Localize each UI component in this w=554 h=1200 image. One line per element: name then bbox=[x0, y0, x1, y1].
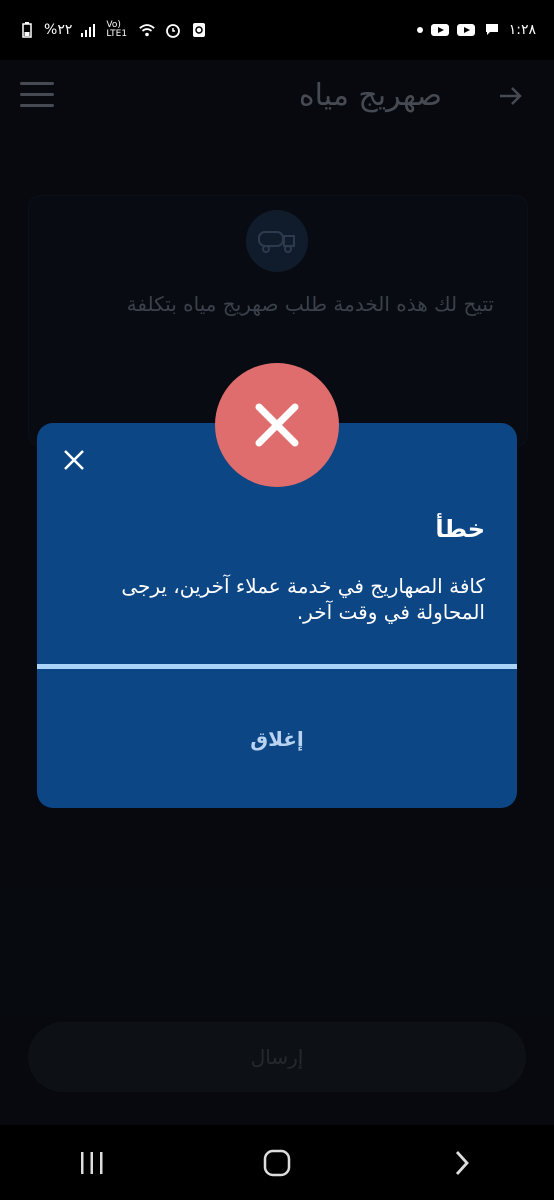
back-chevron-icon[interactable] bbox=[422, 1133, 502, 1193]
home-icon[interactable] bbox=[237, 1133, 317, 1193]
recent-apps-icon[interactable] bbox=[52, 1133, 132, 1193]
chat-icon bbox=[483, 23, 501, 37]
dialog-title: خطأ bbox=[435, 515, 485, 543]
error-x-icon bbox=[215, 363, 339, 487]
signal-icon bbox=[80, 23, 98, 37]
recycle-icon bbox=[190, 23, 208, 37]
youtube-icon bbox=[430, 24, 449, 36]
network-label: Vo) LTE1 bbox=[106, 20, 128, 39]
battery-icon bbox=[18, 22, 36, 38]
dialog-close-button[interactable]: إغلاق bbox=[37, 669, 517, 808]
battery-percent: %٢٢ bbox=[44, 22, 73, 38]
notification-dot-icon bbox=[416, 27, 423, 33]
youtube-icon-2 bbox=[456, 24, 475, 36]
alarm-icon bbox=[164, 23, 182, 38]
clock: ١:٢٨ bbox=[508, 22, 536, 38]
close-icon[interactable] bbox=[59, 445, 89, 475]
status-bar: %٢٢ Vo) LTE1 ١:٢٨ bbox=[0, 0, 554, 60]
dialog-message: كافة الصهاريج في خدمة عملاء آخرين، يرجى … bbox=[121, 574, 485, 624]
status-left: %٢٢ Vo) LTE1 bbox=[18, 21, 208, 39]
wifi-icon bbox=[138, 23, 156, 37]
navigation-bar bbox=[0, 1125, 554, 1200]
status-right: ١:٢٨ bbox=[416, 22, 536, 38]
